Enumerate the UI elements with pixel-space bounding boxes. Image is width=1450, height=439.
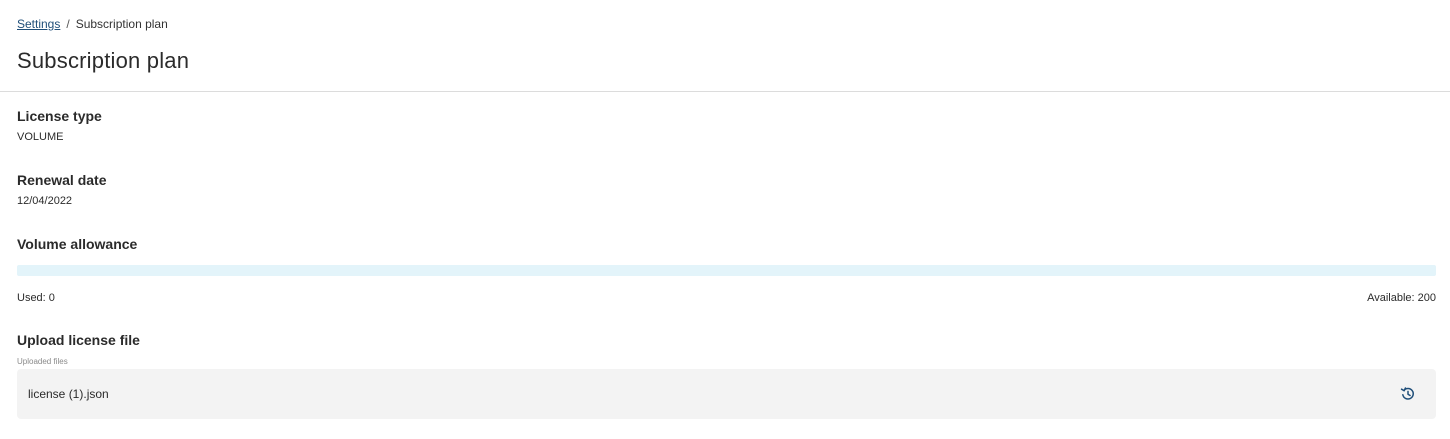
uploaded-file-row: license (1).json	[17, 369, 1436, 419]
breadcrumb-separator: /	[66, 17, 70, 31]
volume-allowance-label: Volume allowance	[17, 236, 138, 252]
page-header: Settings / Subscription plan Subscription …	[0, 0, 1450, 92]
available-count: Available: 200	[1367, 292, 1436, 304]
restore-icon-glyph	[1400, 387, 1414, 400]
renewal-date-label: Renewal date	[17, 172, 107, 188]
volume-progress-bar	[17, 265, 1436, 276]
license-type-label: License type	[17, 108, 102, 124]
page-title: Subscription plan	[17, 48, 190, 73]
restore-icon[interactable]	[1399, 385, 1417, 403]
breadcrumb-current: Subscription plan	[75, 17, 168, 31]
uploaded-files-caption: Uploaded files	[17, 357, 68, 366]
breadcrumb-settings-link[interactable]: Settings	[17, 17, 60, 31]
upload-license-label: Upload license file	[17, 332, 140, 348]
license-type-value: VOLUME	[17, 131, 64, 143]
subscription-plan-page: Settings / Subscription plan Subscription …	[0, 0, 1450, 439]
renewal-date-value: 12/04/2022	[17, 195, 73, 207]
uploaded-file-name: license (1).json	[28, 387, 109, 401]
used-count: Used: 0	[17, 292, 55, 304]
breadcrumb: Settings / Subscription plan	[17, 16, 168, 32]
